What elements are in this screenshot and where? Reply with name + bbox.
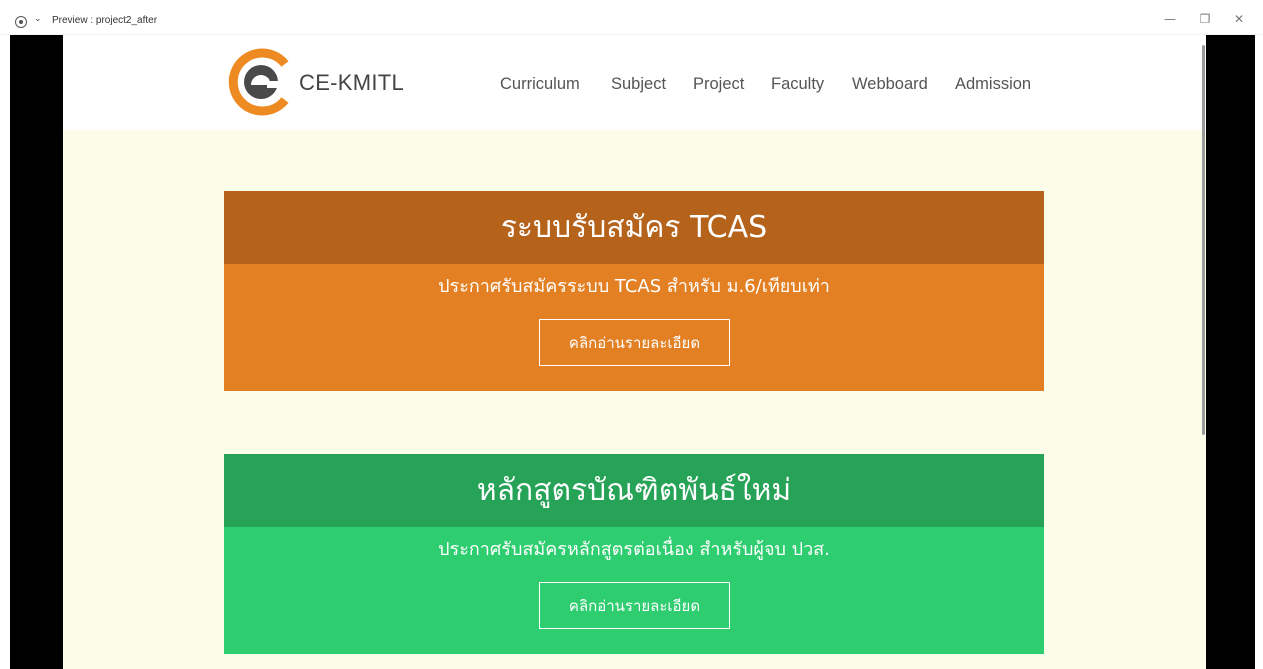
restore-button[interactable]: ❐ [1196, 12, 1214, 26]
card-subtitle: ประกาศรับสมัครหลักสูตรต่อเนื่อง สำหรับผู… [438, 539, 830, 560]
window-title: Preview : project2_after [52, 15, 158, 26]
page-viewport: CE-KMITL Curriculum Subject Project Facu… [63, 35, 1206, 669]
nav-curriculum[interactable]: Curriculum [500, 75, 580, 94]
letterbox-left [10, 35, 63, 669]
close-button[interactable]: ✕ [1230, 12, 1248, 26]
card-subtitle: ประกาศรับสมัครระบบ TCAS สำหรับ ม.6/เทียบ… [438, 276, 830, 297]
read-more-button[interactable]: คลิกอ่านรายละเอียด [539, 582, 730, 629]
ce-kmitl-logo-icon[interactable] [227, 47, 297, 117]
card-body: ประกาศรับสมัครระบบ TCAS สำหรับ ม.6/เทียบ… [224, 264, 1044, 391]
navbar: CE-KMITL Curriculum Subject Project Facu… [63, 35, 1206, 130]
chevron-down-icon[interactable]: ⌄ [34, 14, 42, 24]
window-titlebar: ⌄ Preview : project2_after — ❐ ✕ [0, 0, 1263, 35]
card-title: ระบบรับสมัคร TCAS [500, 210, 768, 245]
card-body: ประกาศรับสมัครหลักสูตรต่อเนื่อง สำหรับผู… [224, 527, 1044, 654]
card-header: หลักสูตรบัณฑิตพันธ์ใหม่ [224, 454, 1044, 527]
minimize-button[interactable]: — [1161, 12, 1179, 26]
nav-webboard[interactable]: Webboard [852, 75, 928, 94]
tcas-card: ระบบรับสมัคร TCAS ประกาศรับสมัครระบบ TCA… [224, 191, 1044, 391]
read-more-button[interactable]: คลิกอ่านรายละเอียด [539, 319, 730, 366]
curriculum-card: หลักสูตรบัณฑิตพันธ์ใหม่ ประกาศรับสมัครหล… [224, 454, 1044, 654]
nav-subject[interactable]: Subject [611, 75, 666, 94]
card-header: ระบบรับสมัคร TCAS [224, 191, 1044, 264]
nav-faculty[interactable]: Faculty [771, 75, 824, 94]
nav-admission[interactable]: Admission [955, 75, 1031, 94]
record-icon[interactable] [15, 16, 27, 28]
nav-project[interactable]: Project [693, 75, 744, 94]
brand-name[interactable]: CE-KMITL [299, 70, 404, 96]
vertical-scrollbar[interactable] [1202, 45, 1205, 435]
card-title: หลักสูตรบัณฑิตพันธ์ใหม่ [476, 473, 792, 508]
letterbox-right [1206, 35, 1255, 669]
